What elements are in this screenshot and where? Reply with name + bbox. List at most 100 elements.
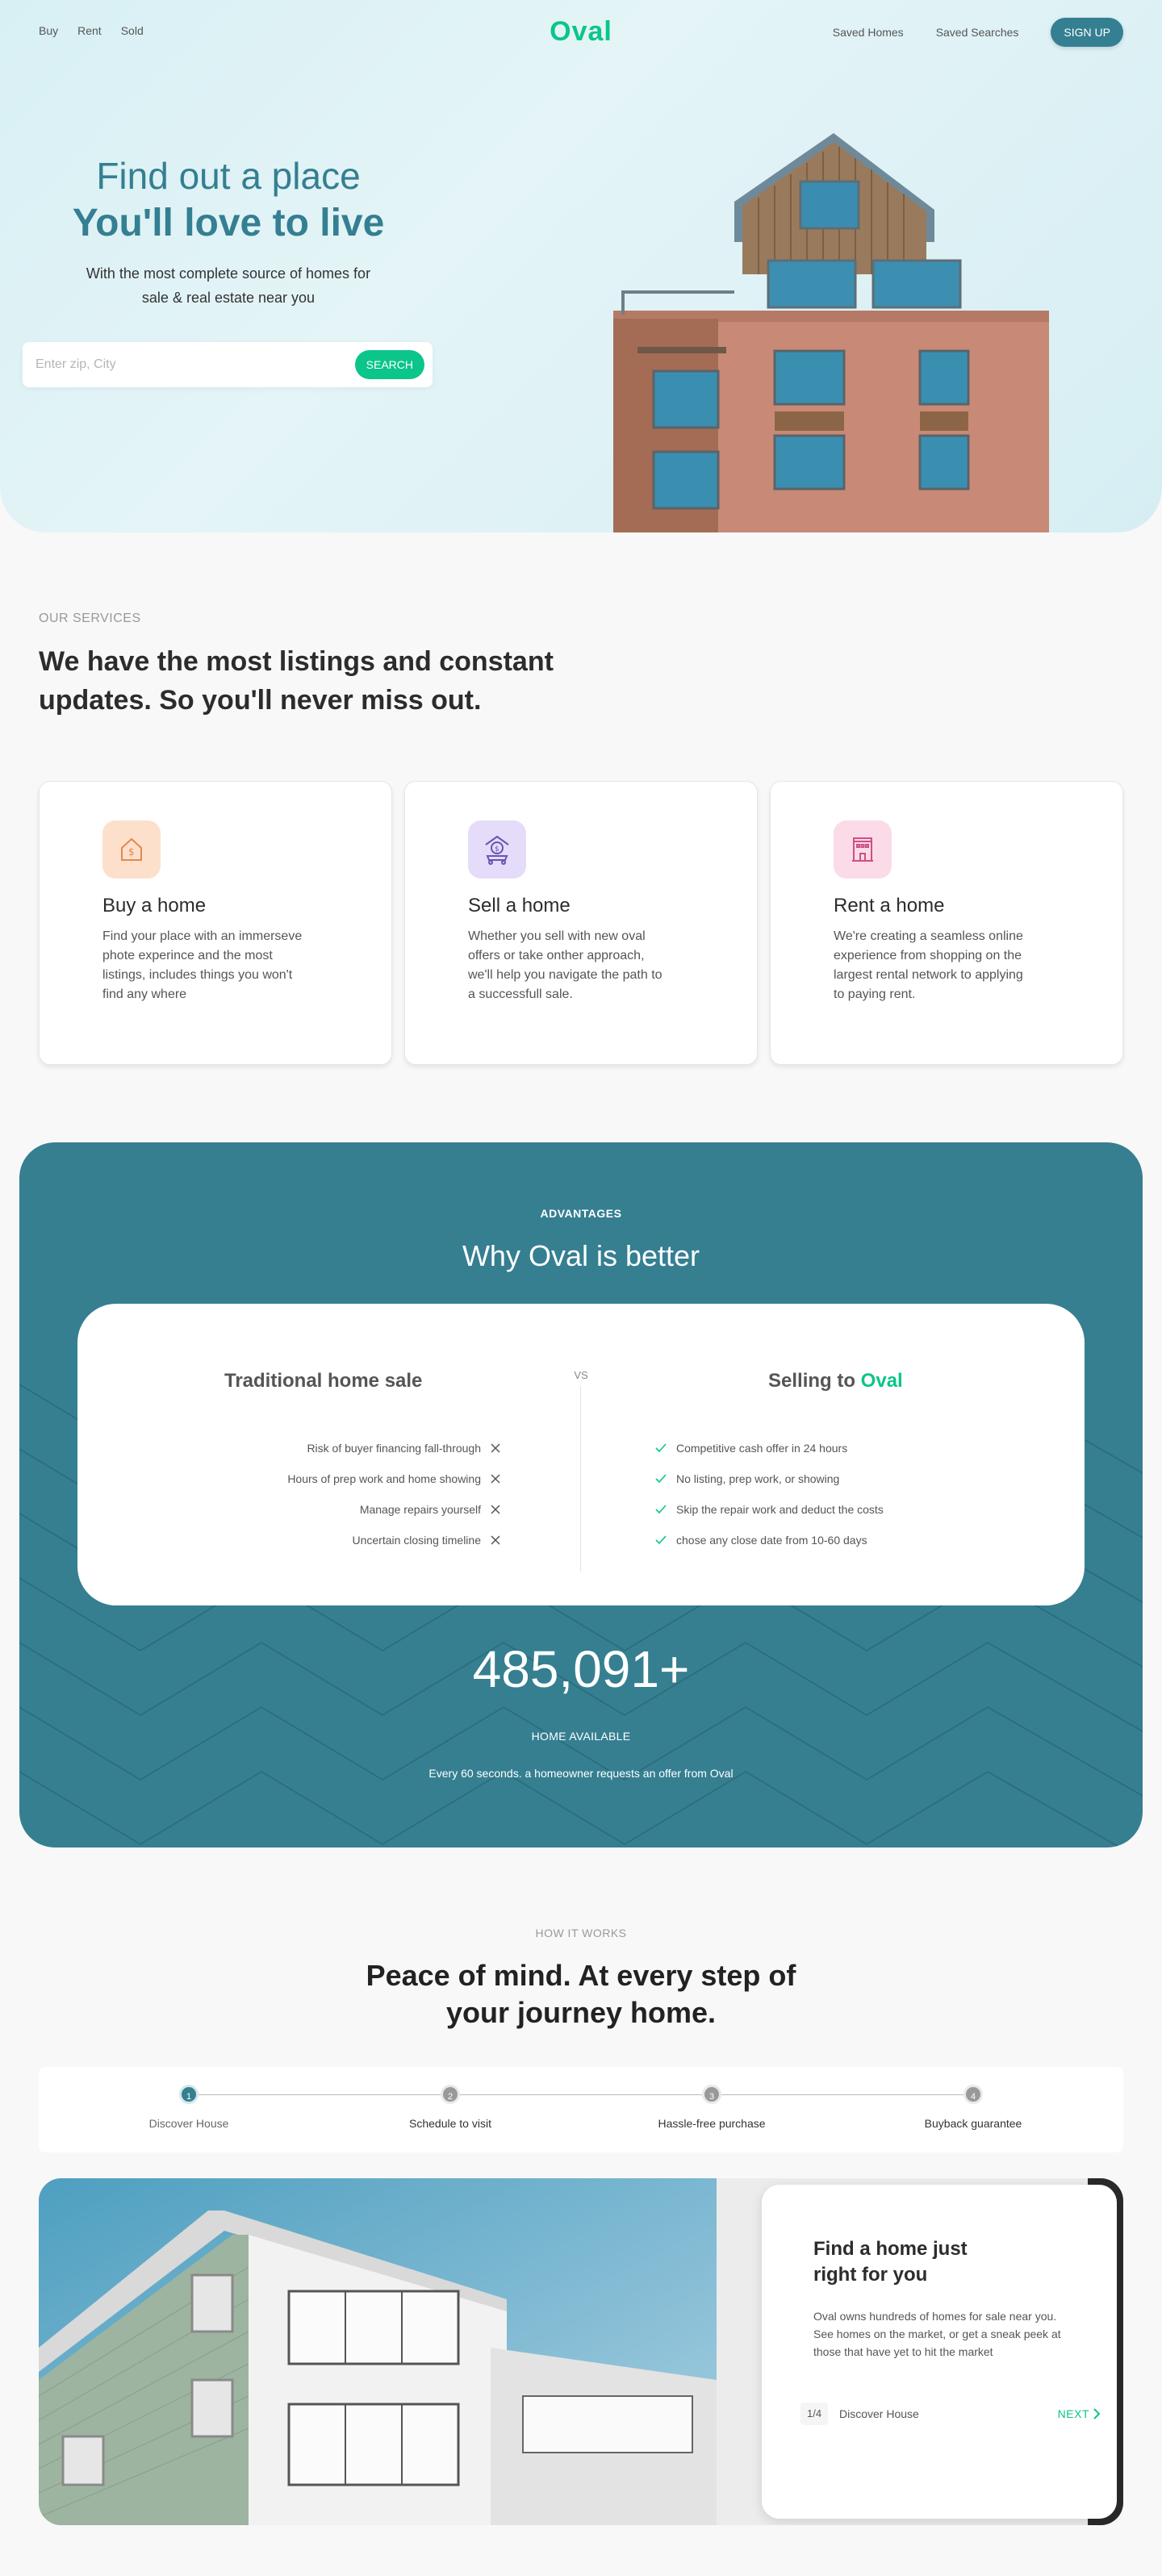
service-card-sell[interactable]: $ Sell a home Whether you sell with new …: [404, 781, 758, 1065]
advantages-title: Why Oval is better: [462, 1239, 700, 1272]
slide-pager: 1/4 Discover House NEXT: [800, 2403, 1107, 2425]
saved-searches-link[interactable]: Saved Searches: [936, 26, 1019, 39]
hero-title-line1: Find out a place: [96, 155, 361, 197]
oval-logo[interactable]: Oval: [550, 16, 612, 48]
step-label: Schedule to visit: [409, 2117, 491, 2130]
chevron-right-icon: [1093, 2408, 1101, 2419]
list-item-text: Risk of buyer financing fall-through: [307, 1442, 481, 1455]
step-schedule[interactable]: 2 Schedule to visit: [370, 2085, 531, 2130]
service-card-title: Sell a home: [468, 895, 571, 916]
x-icon: [491, 1505, 500, 1514]
oval-brand-label: Oval: [860, 1370, 903, 1392]
steps-bar: 1 Discover House 2 Schedule to visit 3 H…: [39, 2067, 1123, 2152]
services-kicker: OUR SERVICES: [39, 612, 141, 625]
feature-text: Oval owns hundreds of homes for sale nea…: [813, 2310, 1061, 2358]
hero-building-image: [613, 133, 1049, 532]
homes-count: 485,091+: [472, 1640, 690, 1698]
check-icon: [655, 1443, 667, 1453]
traditional-list: Risk of buyer financing fall-through Hou…: [287, 1433, 500, 1555]
vs-divider: [580, 1386, 581, 1572]
vs-label: VS: [568, 1365, 594, 1386]
search-input[interactable]: [36, 353, 326, 376]
list-item-text: Competitive cash offer in 24 hours: [676, 1442, 848, 1455]
house-dollar-icon: $: [102, 820, 161, 879]
step-dot: 3: [702, 2085, 721, 2104]
next-label: NEXT: [1057, 2407, 1089, 2420]
search-bar: SEARCH: [23, 342, 433, 387]
list-item: No listing, prep work, or showing: [655, 1463, 884, 1494]
sign-up-button[interactable]: SIGN UP: [1051, 18, 1123, 47]
list-item: Uncertain closing timeline: [287, 1525, 500, 1555]
x-icon: [491, 1535, 500, 1545]
step-buyback[interactable]: 4 Buyback guarantee: [892, 2085, 1054, 2130]
nav-buy-link[interactable]: Buy: [39, 24, 58, 37]
list-item: Skip the repair work and deduct the cost…: [655, 1494, 884, 1525]
list-item: Hours of prep work and home showing: [287, 1463, 500, 1494]
nav-right-links: Saved Homes Saved Searches SIGN UP: [833, 18, 1123, 47]
step-dot: 4: [963, 2085, 983, 2104]
how-kicker: HOW IT WORKS: [535, 1927, 627, 1939]
svg-text:$: $: [128, 846, 135, 858]
list-item-text: Skip the repair work and deduct the cost…: [676, 1503, 884, 1516]
check-icon: [655, 1535, 667, 1545]
service-card-text: Whether you sell with new oval offers or…: [468, 929, 663, 1001]
x-icon: [491, 1474, 500, 1484]
check-icon: [655, 1505, 667, 1514]
hero-headline-block: Find out a place You'll love to live Wit…: [23, 153, 434, 310]
list-item: Risk of buyer financing fall-through: [287, 1433, 500, 1463]
step-purchase[interactable]: 3 Hassle-free purchase: [631, 2085, 792, 2130]
list-item: Competitive cash offer in 24 hours: [655, 1433, 884, 1463]
step-label: Hassle-free purchase: [658, 2117, 766, 2130]
hero-title-line2: You'll love to live: [72, 202, 385, 244]
feature-title: Find a home just right for you: [813, 2238, 968, 2286]
building-icon: [834, 820, 892, 879]
next-slide-button[interactable]: NEXT: [1058, 2403, 1101, 2425]
house-cart-icon: $: [468, 820, 526, 879]
how-title: Peace of mind. At every step of your jou…: [366, 1959, 796, 2029]
list-item-text: Hours of prep work and home showing: [287, 1472, 481, 1485]
service-card-text: Find your place with an immerseve phote …: [102, 929, 303, 1001]
nav-rent-link[interactable]: Rent: [77, 24, 102, 37]
hero-section: Buy Rent Sold Oval Saved Homes Saved Sea…: [0, 0, 1162, 532]
nav-sold-link[interactable]: Sold: [121, 24, 144, 37]
x-icon: [491, 1443, 500, 1453]
selling-to-oval-title: Selling to Oval: [768, 1370, 903, 1392]
top-nav: Buy Rent Sold Oval Saved Homes Saved Sea…: [39, 16, 1123, 48]
advantages-section: ADVANTAGES Why Oval is better Traditiona…: [19, 1142, 1143, 1847]
slide-counter: 1/4: [800, 2403, 829, 2425]
feature-card: Find a home just right for you Oval owns…: [762, 2185, 1117, 2519]
saved-homes-link[interactable]: Saved Homes: [833, 26, 904, 39]
list-item: Manage repairs yourself: [287, 1494, 500, 1525]
list-item-text: Manage repairs yourself: [359, 1503, 481, 1516]
advantages-note: Every 60 seconds. a homeowner requests a…: [428, 1767, 734, 1780]
service-cards: $ Buy a home Find your place with an imm…: [39, 781, 1123, 1065]
service-card-rent[interactable]: Rent a home We're creating a seamless on…: [770, 781, 1123, 1065]
oval-list: Competitive cash offer in 24 hours No li…: [655, 1433, 884, 1555]
traditional-sale-title: Traditional home sale: [224, 1370, 423, 1392]
step-dot: 2: [441, 2085, 460, 2104]
list-item-text: chose any close date from 10-60 days: [676, 1534, 867, 1547]
step-label: Buyback guarantee: [924, 2117, 1022, 2130]
list-item-text: Uncertain closing timeline: [352, 1534, 481, 1547]
check-icon: [655, 1474, 667, 1484]
step-label: Discover House: [148, 2117, 229, 2130]
comparison-card: Traditional home sale Selling to Oval VS…: [77, 1304, 1085, 1605]
service-card-title: Buy a home: [102, 895, 207, 916]
nav-left-links: Buy Rent Sold: [39, 24, 144, 37]
step-dot: 1: [179, 2085, 199, 2104]
list-item: chose any close date from 10-60 days: [655, 1525, 884, 1555]
steps-connector: [189, 2094, 973, 2095]
homes-count-label: HOME AVAILABLE: [531, 1730, 631, 1743]
svg-text:$: $: [495, 845, 499, 854]
feature-slide: Find a home just right for you Oval owns…: [39, 2178, 1123, 2525]
step-discover[interactable]: 1 Discover House: [108, 2085, 270, 2130]
search-button[interactable]: SEARCH: [354, 350, 424, 379]
hero-subtitle: With the most complete source of homes f…: [86, 265, 371, 306]
service-card-text: We're creating a seamless online experie…: [834, 929, 1023, 1001]
services-title: We have the most listings and constant u…: [39, 646, 554, 716]
slide-label: Discover House: [839, 2407, 919, 2420]
selling-to-label: Selling to: [768, 1370, 855, 1392]
list-item-text: No listing, prep work, or showing: [676, 1472, 840, 1485]
advantages-kicker: ADVANTAGES: [540, 1207, 622, 1220]
service-card-buy[interactable]: $ Buy a home Find your place with an imm…: [39, 781, 392, 1065]
